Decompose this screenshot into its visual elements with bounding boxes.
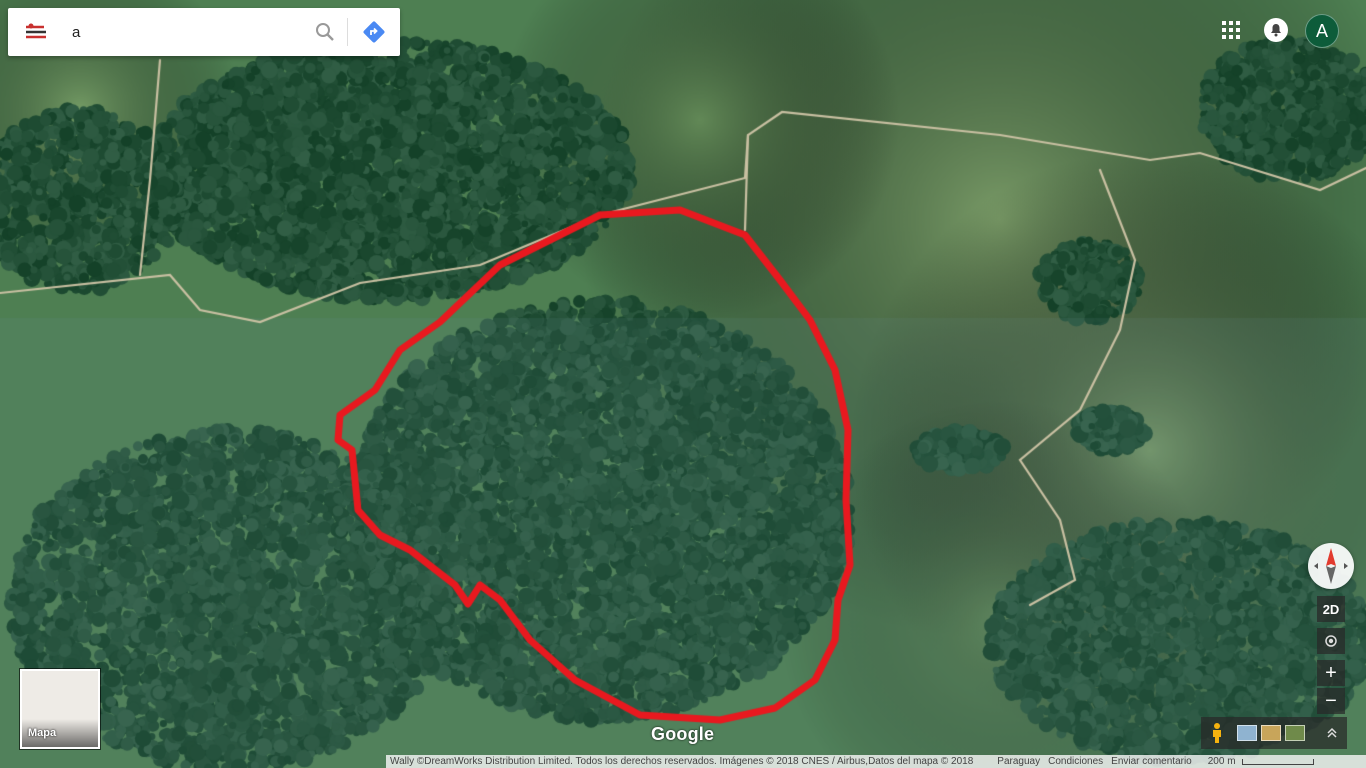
attribution-text: Wally ©DreamWorks Distribution Limited. … <box>390 756 974 767</box>
scale-label[interactable]: 200 m <box>1204 756 1240 767</box>
menu-button[interactable] <box>8 8 64 56</box>
imagery-thumb-1[interactable] <box>1237 725 1257 741</box>
my-location-icon <box>1325 635 1337 647</box>
search-button[interactable] <box>303 8 347 56</box>
map-type-toggle[interactable]: Mapa <box>20 669 100 749</box>
imagery-thumb-3[interactable] <box>1285 725 1305 741</box>
google-logo: Google <box>651 724 715 744</box>
my-location-button[interactable] <box>1317 628 1345 654</box>
scale-bar <box>1241 758 1314 765</box>
compass-icon <box>1314 548 1348 584</box>
map-type-label: Mapa <box>28 727 57 739</box>
search-icon <box>316 23 334 41</box>
expand-icon[interactable] <box>1317 717 1347 749</box>
country-label[interactable]: Paraguay <box>993 756 1044 767</box>
pegman-icon[interactable] <box>1201 717 1233 749</box>
apps-grid-icon[interactable] <box>1219 18 1243 42</box>
search-box: a <box>8 8 400 56</box>
map-footer: Wally ©DreamWorks Distribution Limited. … <box>386 755 1366 768</box>
imagery-thumb-2[interactable] <box>1261 725 1281 741</box>
wally-menu-icon <box>26 23 46 39</box>
zoom-in-button[interactable]: + <box>1317 660 1345 686</box>
account-avatar[interactable]: A <box>1305 14 1339 48</box>
terms-link[interactable]: Condiciones <box>1044 756 1107 767</box>
view-mode-2d-button[interactable]: 2D <box>1317 596 1345 622</box>
satellite-map[interactable] <box>0 0 1366 768</box>
feedback-link[interactable]: Enviar comentario <box>1107 756 1196 767</box>
imagery-tray <box>1201 717 1347 749</box>
zoom-out-button[interactable]: − <box>1317 688 1345 714</box>
search-input[interactable]: a <box>64 24 303 41</box>
directions-button[interactable] <box>348 8 400 56</box>
notifications-icon[interactable] <box>1264 18 1288 42</box>
directions-icon <box>363 21 385 43</box>
compass-control[interactable] <box>1308 543 1354 589</box>
